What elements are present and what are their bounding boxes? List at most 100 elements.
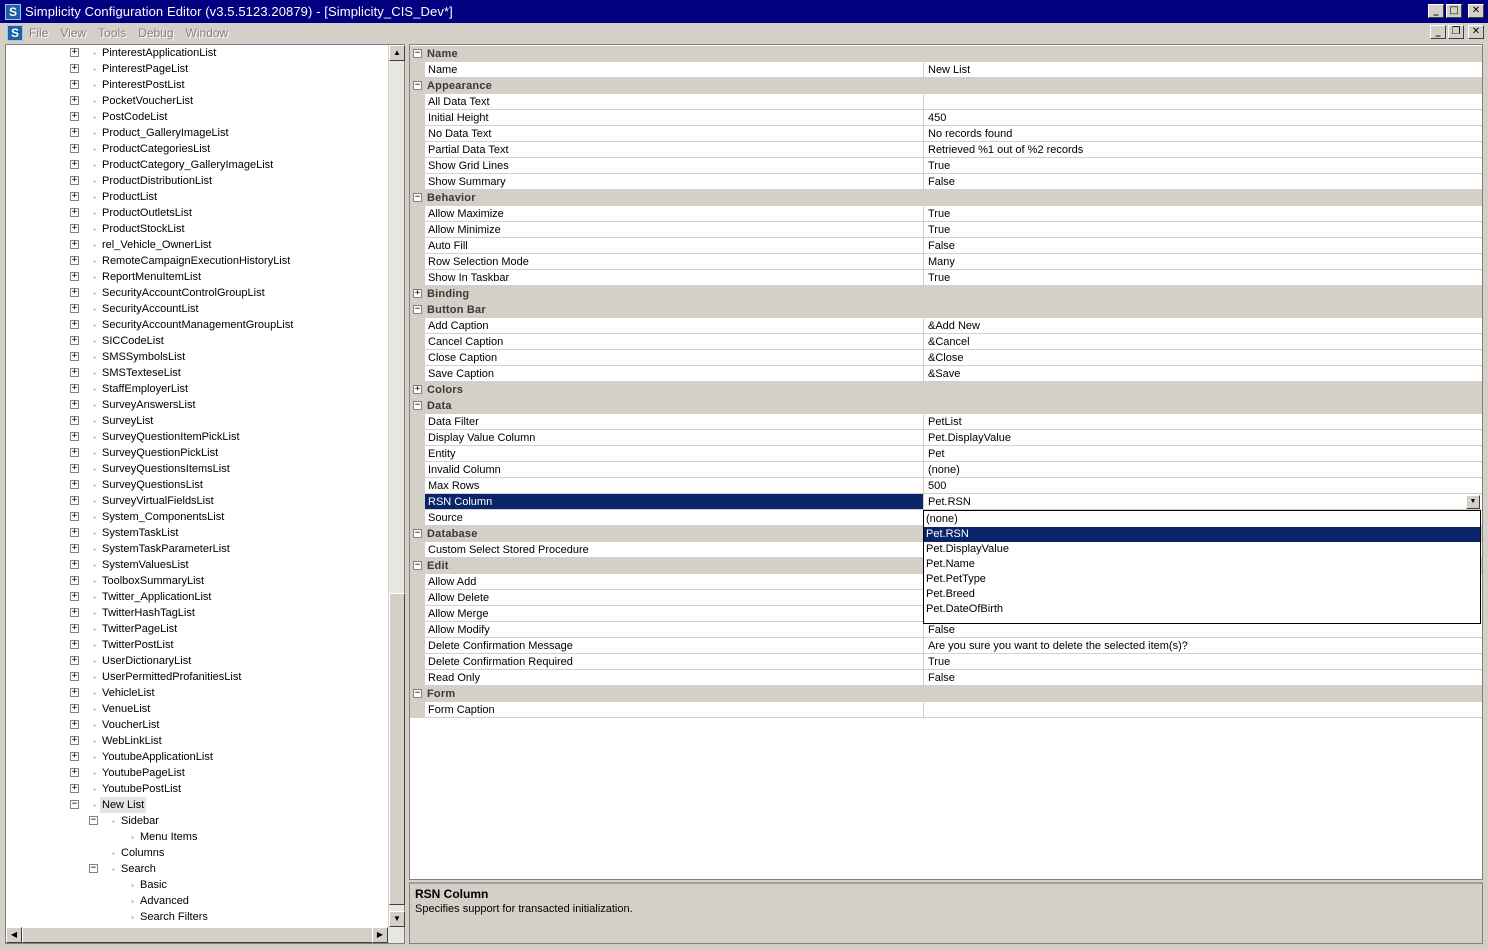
collapse-icon[interactable]: − — [89, 864, 98, 873]
tree-item[interactable]: + TwitterPostList — [6, 637, 386, 653]
tree-item-label[interactable]: Basic — [138, 877, 169, 893]
property-value[interactable]: New List — [924, 62, 1482, 78]
expand-icon[interactable]: + — [413, 289, 422, 298]
tree-item[interactable]: + SurveyList — [6, 413, 386, 429]
tree-item-label[interactable]: New List — [100, 797, 147, 813]
expand-icon[interactable]: + — [70, 336, 79, 345]
tree-item-label[interactable]: SurveyVirtualFieldsList — [100, 493, 216, 509]
tree-item[interactable]: + SMSSymbolsList — [6, 349, 386, 365]
property-name[interactable]: Cancel Caption — [425, 334, 924, 350]
property-value[interactable]: (none) — [924, 462, 1482, 478]
tree-item-label[interactable]: VehicleList — [100, 685, 157, 701]
tree-item-label[interactable]: ReportMenuItemList — [100, 269, 203, 285]
tree-item[interactable]: + SecurityAccountControlGroupList — [6, 285, 386, 301]
collapse-icon[interactable]: − — [413, 81, 422, 90]
expand-icon[interactable]: + — [70, 672, 79, 681]
tree-item[interactable]: + SMSTexteseList — [6, 365, 386, 381]
property-row[interactable]: Delete Confirmation Message Are you sure … — [410, 638, 1482, 654]
tree-item[interactable]: + PinterestApplicationList — [6, 45, 386, 61]
property-value[interactable]: 500 — [924, 478, 1482, 494]
expand-icon[interactable]: + — [70, 64, 79, 73]
property-name[interactable]: Custom Select Stored Procedure — [425, 542, 924, 558]
property-category[interactable]: − Name — [410, 46, 1482, 62]
tree-item-label[interactable]: ProductCategory_GalleryImageList — [100, 157, 275, 173]
tree-item[interactable]: + Product_GalleryImageList — [6, 125, 386, 141]
property-name[interactable]: Form Caption — [425, 702, 924, 718]
tree-item[interactable]: Search Filters — [6, 909, 386, 925]
tree-item-label[interactable]: ProductList — [100, 189, 159, 205]
property-row[interactable]: Show Grid Lines True — [410, 158, 1482, 174]
expand-icon[interactable]: + — [70, 192, 79, 201]
property-value[interactable]: &Add New — [924, 318, 1482, 334]
expand-icon[interactable]: + — [70, 544, 79, 553]
property-value[interactable]: False — [924, 174, 1482, 190]
expand-icon[interactable]: + — [70, 368, 79, 377]
property-value[interactable] — [924, 94, 1482, 110]
tree-item[interactable]: + ReportMenuItemList — [6, 269, 386, 285]
tree-item-label[interactable]: System_ComponentsList — [100, 509, 226, 525]
property-category[interactable]: + Colors — [410, 382, 1482, 398]
tree-item[interactable]: + SICCodeList — [6, 333, 386, 349]
expand-icon[interactable]: + — [70, 320, 79, 329]
tree-item[interactable]: + ProductCategory_GalleryImageList — [6, 157, 386, 173]
tree-item-label[interactable]: PinterestApplicationList — [100, 45, 218, 61]
property-row[interactable]: Row Selection Mode Many — [410, 254, 1482, 270]
app-icon[interactable]: S — [5, 3, 21, 20]
tree-item-label[interactable]: ProductStockList — [100, 221, 187, 237]
property-name[interactable]: Show In Taskbar — [425, 270, 924, 286]
collapse-icon[interactable]: − — [413, 401, 422, 410]
property-value[interactable]: True — [924, 158, 1482, 174]
tree-item-label[interactable]: VoucherList — [100, 717, 161, 733]
tree-item-label[interactable]: PostCodeList — [100, 109, 169, 125]
tree-item-label[interactable]: Advanced — [138, 893, 191, 909]
expand-icon[interactable]: + — [70, 176, 79, 185]
tree-item-label[interactable]: ProductOutletsList — [100, 205, 194, 221]
tree-item-label[interactable]: PocketVoucherList — [100, 93, 195, 109]
tree-item-label[interactable]: Columns — [119, 845, 166, 861]
property-name[interactable]: RSN Column — [425, 494, 924, 510]
property-row[interactable]: All Data Text — [410, 94, 1482, 110]
dropdown-option[interactable]: Pet.RSN — [924, 527, 1480, 542]
tree-item[interactable]: Menu Items — [6, 829, 386, 845]
document-icon[interactable]: S — [7, 24, 23, 41]
property-name[interactable]: Allow Merge — [425, 606, 924, 622]
expand-icon[interactable]: + — [70, 80, 79, 89]
tree-item-label[interactable]: TwitterHashTagList — [100, 605, 197, 621]
tree-item-label[interactable]: SurveyQuestionPickList — [100, 445, 220, 461]
tree-item[interactable]: + UserDictionaryList — [6, 653, 386, 669]
tree-item-label[interactable]: SystemTaskList — [100, 525, 180, 541]
tree-item-label[interactable]: SurveyQuestionsList — [100, 477, 205, 493]
property-value[interactable]: False — [924, 238, 1482, 254]
expand-icon[interactable]: + — [70, 240, 79, 249]
property-name[interactable]: Name — [425, 62, 924, 78]
tree-item-label[interactable]: StaffEmployerList — [100, 381, 190, 397]
tree-item[interactable]: + ProductList — [6, 189, 386, 205]
collapse-icon[interactable]: − — [413, 193, 422, 202]
expand-icon[interactable]: + — [70, 416, 79, 425]
dropdown-option[interactable]: Pet.DisplayValue — [924, 542, 1480, 557]
property-name[interactable]: Auto Fill — [425, 238, 924, 254]
property-name[interactable]: Allow Maximize — [425, 206, 924, 222]
tree-item-label[interactable]: Search Filters — [138, 909, 210, 925]
property-name[interactable]: Row Selection Mode — [425, 254, 924, 270]
tree-item-label[interactable]: VenueList — [100, 701, 152, 717]
property-grid[interactable]: − Name Name New List − Appearance All Data Tex… — [409, 44, 1483, 880]
tree-item[interactable]: + RemoteCampaignExecutionHistoryList — [6, 253, 386, 269]
expand-icon[interactable]: + — [70, 480, 79, 489]
property-name[interactable]: Initial Height — [425, 110, 924, 126]
scroll-right-arrow-icon[interactable]: ▶ — [372, 927, 388, 943]
property-row[interactable]: Allow Maximize True — [410, 206, 1482, 222]
property-value[interactable]: Retrieved %1 out of %2 records — [924, 142, 1482, 158]
expand-icon[interactable]: + — [70, 704, 79, 713]
property-value[interactable]: &Save — [924, 366, 1482, 382]
property-name[interactable]: Close Caption — [425, 350, 924, 366]
property-name[interactable]: Max Rows — [425, 478, 924, 494]
tree-item[interactable]: + YoutubeApplicationList — [6, 749, 386, 765]
menu-view[interactable]: View — [60, 26, 86, 40]
tree-item[interactable]: Advanced — [6, 893, 386, 909]
property-row[interactable]: Entity Pet — [410, 446, 1482, 462]
collapse-icon[interactable]: − — [89, 816, 98, 825]
tree-item[interactable]: + SecurityAccountList — [6, 301, 386, 317]
property-category[interactable]: − Form — [410, 686, 1482, 702]
expand-icon[interactable]: + — [70, 560, 79, 569]
